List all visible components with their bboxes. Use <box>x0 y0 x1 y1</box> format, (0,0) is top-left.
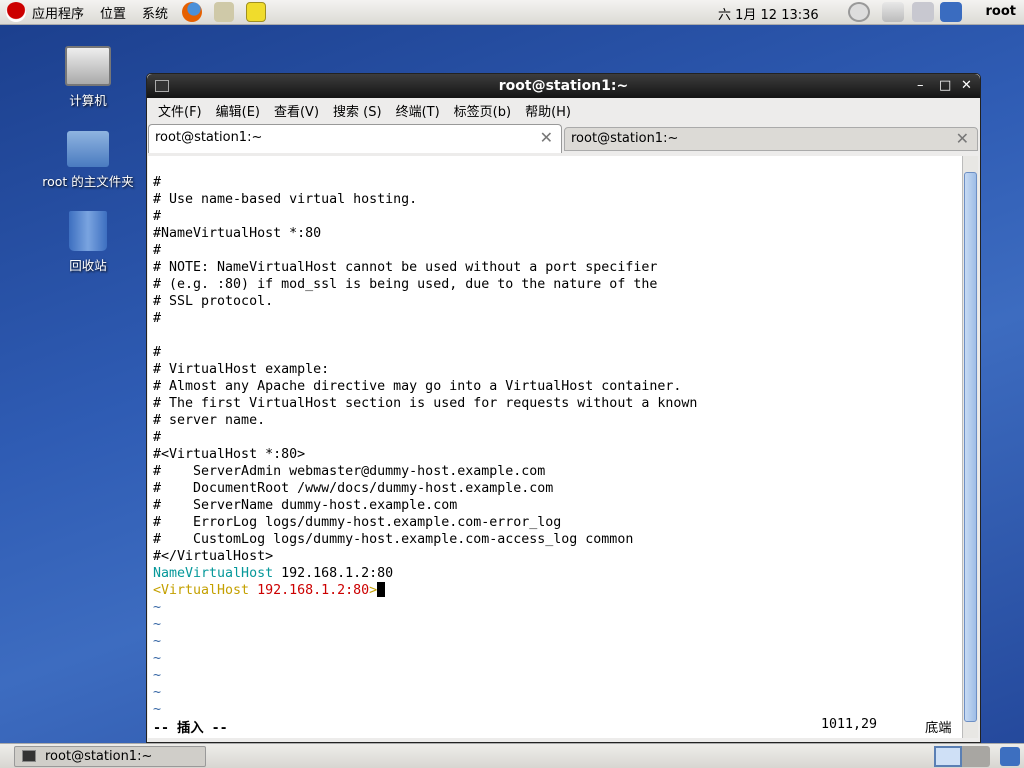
minimize-button[interactable]: – <box>917 74 924 98</box>
text-line: # NOTE: NameVirtualHost cannot be used w… <box>153 260 658 275</box>
menu-help[interactable]: 帮助(H) <box>518 101 578 120</box>
empty-line-tilde: ~ <box>153 634 162 649</box>
bottom-panel: root@station1:~ <box>0 743 1024 768</box>
menu-edit[interactable]: 编辑(E) <box>209 101 267 120</box>
close-button[interactable]: ✕ <box>961 74 972 98</box>
directive-value: 192.168.1.2:80 <box>273 566 394 581</box>
text-line: # <box>153 243 162 258</box>
text-line <box>148 327 962 344</box>
tab-close-icon[interactable]: ✕ <box>956 128 969 150</box>
redhat-logo-icon[interactable] <box>6 2 26 22</box>
text-line: # <box>153 345 162 360</box>
text-line: # SSL protocol. <box>153 294 274 309</box>
gauge-icon[interactable] <box>848 2 870 22</box>
file-lines: # # Use name-based virtual hosting. # #Name… <box>148 174 962 565</box>
text-line: # <box>153 311 162 326</box>
menu-view[interactable]: 查看(V) <box>267 101 326 120</box>
text-line: #<VirtualHost *:80> <box>153 447 306 462</box>
terminal-icon <box>155 80 169 92</box>
computer-icon <box>65 46 111 86</box>
text-line: # <box>153 175 162 190</box>
text-line: # ServerAdmin webmaster@dummy-host.examp… <box>153 464 546 479</box>
cursor-position: 1011,29 <box>821 717 878 732</box>
tab-label: root@station1:~ <box>155 130 263 145</box>
scrollbar-thumb[interactable] <box>964 172 977 722</box>
text-line: # Almost any Apache directive may go int… <box>153 379 682 394</box>
volume-icon[interactable] <box>912 2 934 22</box>
menu-file[interactable]: 文件(F) <box>151 101 209 120</box>
scroll-position: 底端 <box>925 721 952 736</box>
desktop-icon-home[interactable]: root 的主文件夹 <box>38 131 138 190</box>
empty-line-tilde: ~ <box>153 617 162 632</box>
desktop-icon-label: root 的主文件夹 <box>42 174 134 189</box>
text-line: # ServerName dummy-host.example.com <box>153 498 458 513</box>
mode-indicator: -- 插入 -- <box>153 721 228 736</box>
text-line: <VirtualHost 192.168.1.2:80> <box>148 582 962 599</box>
text-line: # VirtualHost example: <box>153 362 330 377</box>
text-line: # The first VirtualHost section is used … <box>153 396 698 411</box>
scrollbar[interactable] <box>962 156 978 738</box>
empty-line-tilde: ~ <box>153 600 162 615</box>
menu-system[interactable]: 系统 <box>134 3 176 22</box>
menu-search[interactable]: 搜索 (S) <box>326 101 389 120</box>
firefox-icon[interactable] <box>182 2 203 22</box>
text-line: # <box>153 430 162 445</box>
network-icon[interactable] <box>940 2 962 22</box>
top-panel: 应用程序 位置 系统 六 1月 12 13:36 root <box>0 0 1024 25</box>
window-title: root@station1:~ <box>498 78 629 94</box>
network-keyboard-icon[interactable] <box>882 2 904 22</box>
tag-close: > <box>369 583 378 598</box>
trash-icon[interactable] <box>1000 747 1020 766</box>
tag-open: <VirtualHost <box>153 583 250 598</box>
text-line: NameVirtualHost 192.168.1.2:80 <box>148 565 962 582</box>
maximize-button[interactable]: □ <box>939 74 951 98</box>
menu-tabs[interactable]: 标签页(b) <box>447 101 518 120</box>
text-line: # DocumentRoot /www/docs/dummy-host.exam… <box>153 481 554 496</box>
menu-bar: 文件(F) 编辑(E) 查看(V) 搜索 (S) 终端(T) 标签页(b) 帮助… <box>147 98 980 122</box>
tab-label: root@station1:~ <box>571 131 679 146</box>
text-line: # server name. <box>153 413 266 428</box>
text-line: # Use name-based virtual hosting. <box>153 192 418 207</box>
workspace-1[interactable] <box>934 746 962 767</box>
user-name[interactable]: root <box>986 4 1017 19</box>
notes-icon[interactable] <box>246 2 267 22</box>
terminal-icon <box>22 750 36 762</box>
empty-line-tilde: ~ <box>153 685 162 700</box>
text-cursor <box>377 582 386 597</box>
text-line: # CustomLog logs/dummy-host.example.com-… <box>153 532 634 547</box>
tab-2[interactable]: root@station1:~ ✕ <box>564 127 978 151</box>
vim-status-line: -- 插入 -- 1011,29 底端 <box>153 717 953 736</box>
desktop-icon-computer[interactable]: 计算机 <box>38 46 138 109</box>
desktop-icon-label: 计算机 <box>69 93 107 108</box>
text-line: # ErrorLog logs/dummy-host.example.com-e… <box>153 515 562 530</box>
title-bar[interactable]: root@station1:~ – □ ✕ <box>147 74 980 98</box>
text-line: # (e.g. :80) if mod_ssl is being used, d… <box>153 277 658 292</box>
mail-icon[interactable] <box>214 2 235 22</box>
desktop-icon-label: 回收站 <box>69 258 107 273</box>
terminal-window: root@station1:~ – □ ✕ 文件(F) 编辑(E) 查看(V) … <box>146 73 981 743</box>
tab-1[interactable]: root@station1:~ ✕ <box>148 124 562 153</box>
empty-line-tilde: ~ <box>153 702 162 717</box>
empty-line-tilde: ~ <box>153 668 162 683</box>
tab-bar: root@station1:~ ✕ root@station1:~ ✕ <box>147 122 980 153</box>
terminal-content[interactable]: # # Use name-based virtual hosting. # #Name… <box>148 156 962 738</box>
text-line: #NameVirtualHost *:80 <box>153 226 322 241</box>
menu-applications[interactable]: 应用程序 <box>32 3 92 22</box>
desktop-icon-trash[interactable]: 回收站 <box>38 211 138 274</box>
trash-icon <box>69 211 107 251</box>
empty-line-tilde: ~ <box>153 651 162 666</box>
workspace-switcher[interactable] <box>934 746 990 767</box>
clock[interactable]: 六 1月 12 13:36 <box>718 4 819 23</box>
directive-keyword: NameVirtualHost <box>153 566 274 581</box>
tag-value: 192.168.1.2:80 <box>249 583 370 598</box>
empty-lines: ~ ~ ~ ~ ~ ~ ~ <box>148 599 962 718</box>
taskbar-item-terminal[interactable]: root@station1:~ <box>14 746 206 767</box>
home-folder-icon <box>67 131 109 167</box>
task-label: root@station1:~ <box>45 749 153 764</box>
tab-close-icon[interactable]: ✕ <box>540 125 553 151</box>
menu-terminal[interactable]: 终端(T) <box>389 101 447 120</box>
text-line: #</VirtualHost> <box>153 549 274 564</box>
text-line: # <box>153 209 162 224</box>
menu-places[interactable]: 位置 <box>92 3 134 22</box>
